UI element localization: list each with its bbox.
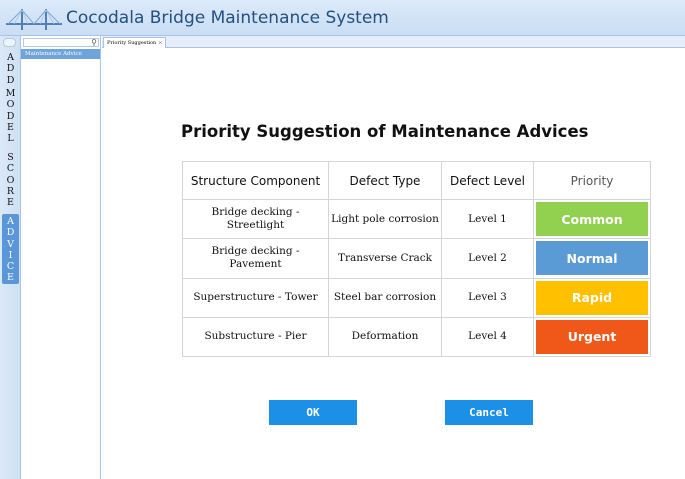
nav-letter: O bbox=[6, 174, 15, 186]
cell-component: Bridge decking - Streetlight bbox=[182, 198, 329, 240]
close-icon[interactable]: × bbox=[158, 40, 162, 46]
nav-letter: D bbox=[6, 74, 15, 86]
nav-letter: A bbox=[7, 52, 14, 63]
page-title: Priority Suggestion of Maintenance Advic… bbox=[181, 122, 589, 141]
cell-priority: Rapid bbox=[533, 277, 651, 318]
search-icon[interactable]: ⚲ bbox=[91, 38, 97, 47]
cell-defect-type: Transverse Crack bbox=[328, 238, 442, 279]
nav-letter: E bbox=[7, 121, 14, 133]
nav-letter: V bbox=[7, 238, 14, 250]
nav-letter: D bbox=[6, 63, 15, 75]
cell-priority: Normal bbox=[533, 238, 651, 279]
priority-table: Structure Component Defect Type Defect L… bbox=[182, 161, 651, 358]
table-row: Substructure - Pier Deformation Level 4 … bbox=[182, 316, 651, 358]
nav-letter: I bbox=[8, 249, 13, 261]
nav-letter: R bbox=[6, 185, 15, 197]
table-row: Bridge decking - Pavement Transverse Cra… bbox=[182, 238, 651, 279]
nav-item-add[interactable]: ADD bbox=[0, 52, 21, 86]
tree-search-input[interactable]: ⚲ bbox=[23, 38, 99, 47]
table-row: Superstructure - Tower Steel bar corrosi… bbox=[182, 277, 651, 318]
ok-button[interactable]: OK bbox=[269, 400, 357, 425]
table-row: Bridge decking - Streetlight Light pole … bbox=[182, 198, 651, 240]
nav-letter: D bbox=[6, 110, 15, 122]
cancel-button[interactable]: Cancel bbox=[445, 400, 533, 425]
tab-strip: Priority Suggestion × bbox=[102, 36, 685, 48]
cell-defect-level: Level 1 bbox=[441, 198, 534, 240]
column-header-defect-type: Defect Type bbox=[328, 161, 442, 200]
table-header-row: Structure Component Defect Type Defect L… bbox=[182, 161, 651, 200]
cell-defect-type: Light pole corrosion bbox=[328, 198, 442, 240]
nav-letter: S bbox=[7, 152, 14, 163]
bridge-logo-icon bbox=[6, 9, 62, 30]
nav-letter: C bbox=[6, 261, 15, 273]
cell-defect-level: Level 2 bbox=[441, 238, 534, 279]
nav-item-advice[interactable]: ADVICE bbox=[2, 214, 19, 284]
cell-component: Bridge decking - Pavement bbox=[182, 238, 329, 279]
column-header-defect-level: Defect Level bbox=[441, 161, 534, 200]
cell-component: Substructure - Pier bbox=[182, 316, 329, 358]
priority-badge-urgent: Urgent bbox=[536, 319, 648, 354]
nav-letter: C bbox=[6, 163, 15, 175]
nav-letter: E bbox=[7, 197, 14, 209]
column-header-component: Structure Component bbox=[182, 161, 329, 200]
cell-component: Superstructure - Tower bbox=[182, 277, 329, 318]
priority-badge-normal: Normal bbox=[536, 241, 648, 276]
cell-priority: Common bbox=[533, 198, 651, 240]
nav-letter: E bbox=[7, 272, 14, 284]
cell-defect-type: Deformation bbox=[328, 316, 442, 358]
nav-item-model[interactable]: MODEL bbox=[0, 88, 21, 144]
cell-priority: Urgent bbox=[533, 316, 651, 358]
cell-defect-level: Level 4 bbox=[441, 316, 534, 358]
nav-letter: O bbox=[6, 99, 15, 111]
nav-collapse-toggle[interactable] bbox=[3, 38, 16, 47]
vertical-nav: ADD MODEL SCORE ADVICE bbox=[0, 36, 21, 479]
tab-label: Priority Suggestion bbox=[107, 40, 157, 46]
priority-badge-rapid: Rapid bbox=[536, 280, 648, 315]
tab-priority-suggestion[interactable]: Priority Suggestion × bbox=[103, 37, 167, 48]
nav-letter: M bbox=[5, 88, 16, 99]
cell-defect-type: Steel bar corrosion bbox=[328, 277, 442, 318]
nav-letter: L bbox=[7, 133, 14, 145]
priority-badge-common: Common bbox=[536, 202, 648, 237]
title-bar: Cocodala Bridge Maintenance System bbox=[0, 0, 685, 36]
tree-item-maintenance-advice[interactable]: Maintenance Advice bbox=[21, 49, 100, 59]
nav-item-score[interactable]: SCORE bbox=[0, 152, 21, 208]
column-header-priority: Priority bbox=[533, 161, 651, 200]
nav-letter: A bbox=[7, 216, 14, 227]
cell-defect-level: Level 3 bbox=[441, 277, 534, 318]
nav-letter: D bbox=[6, 227, 15, 239]
app-title: Cocodala Bridge Maintenance System bbox=[66, 8, 389, 28]
tree-panel: ⚲ Maintenance Advice bbox=[21, 36, 101, 479]
